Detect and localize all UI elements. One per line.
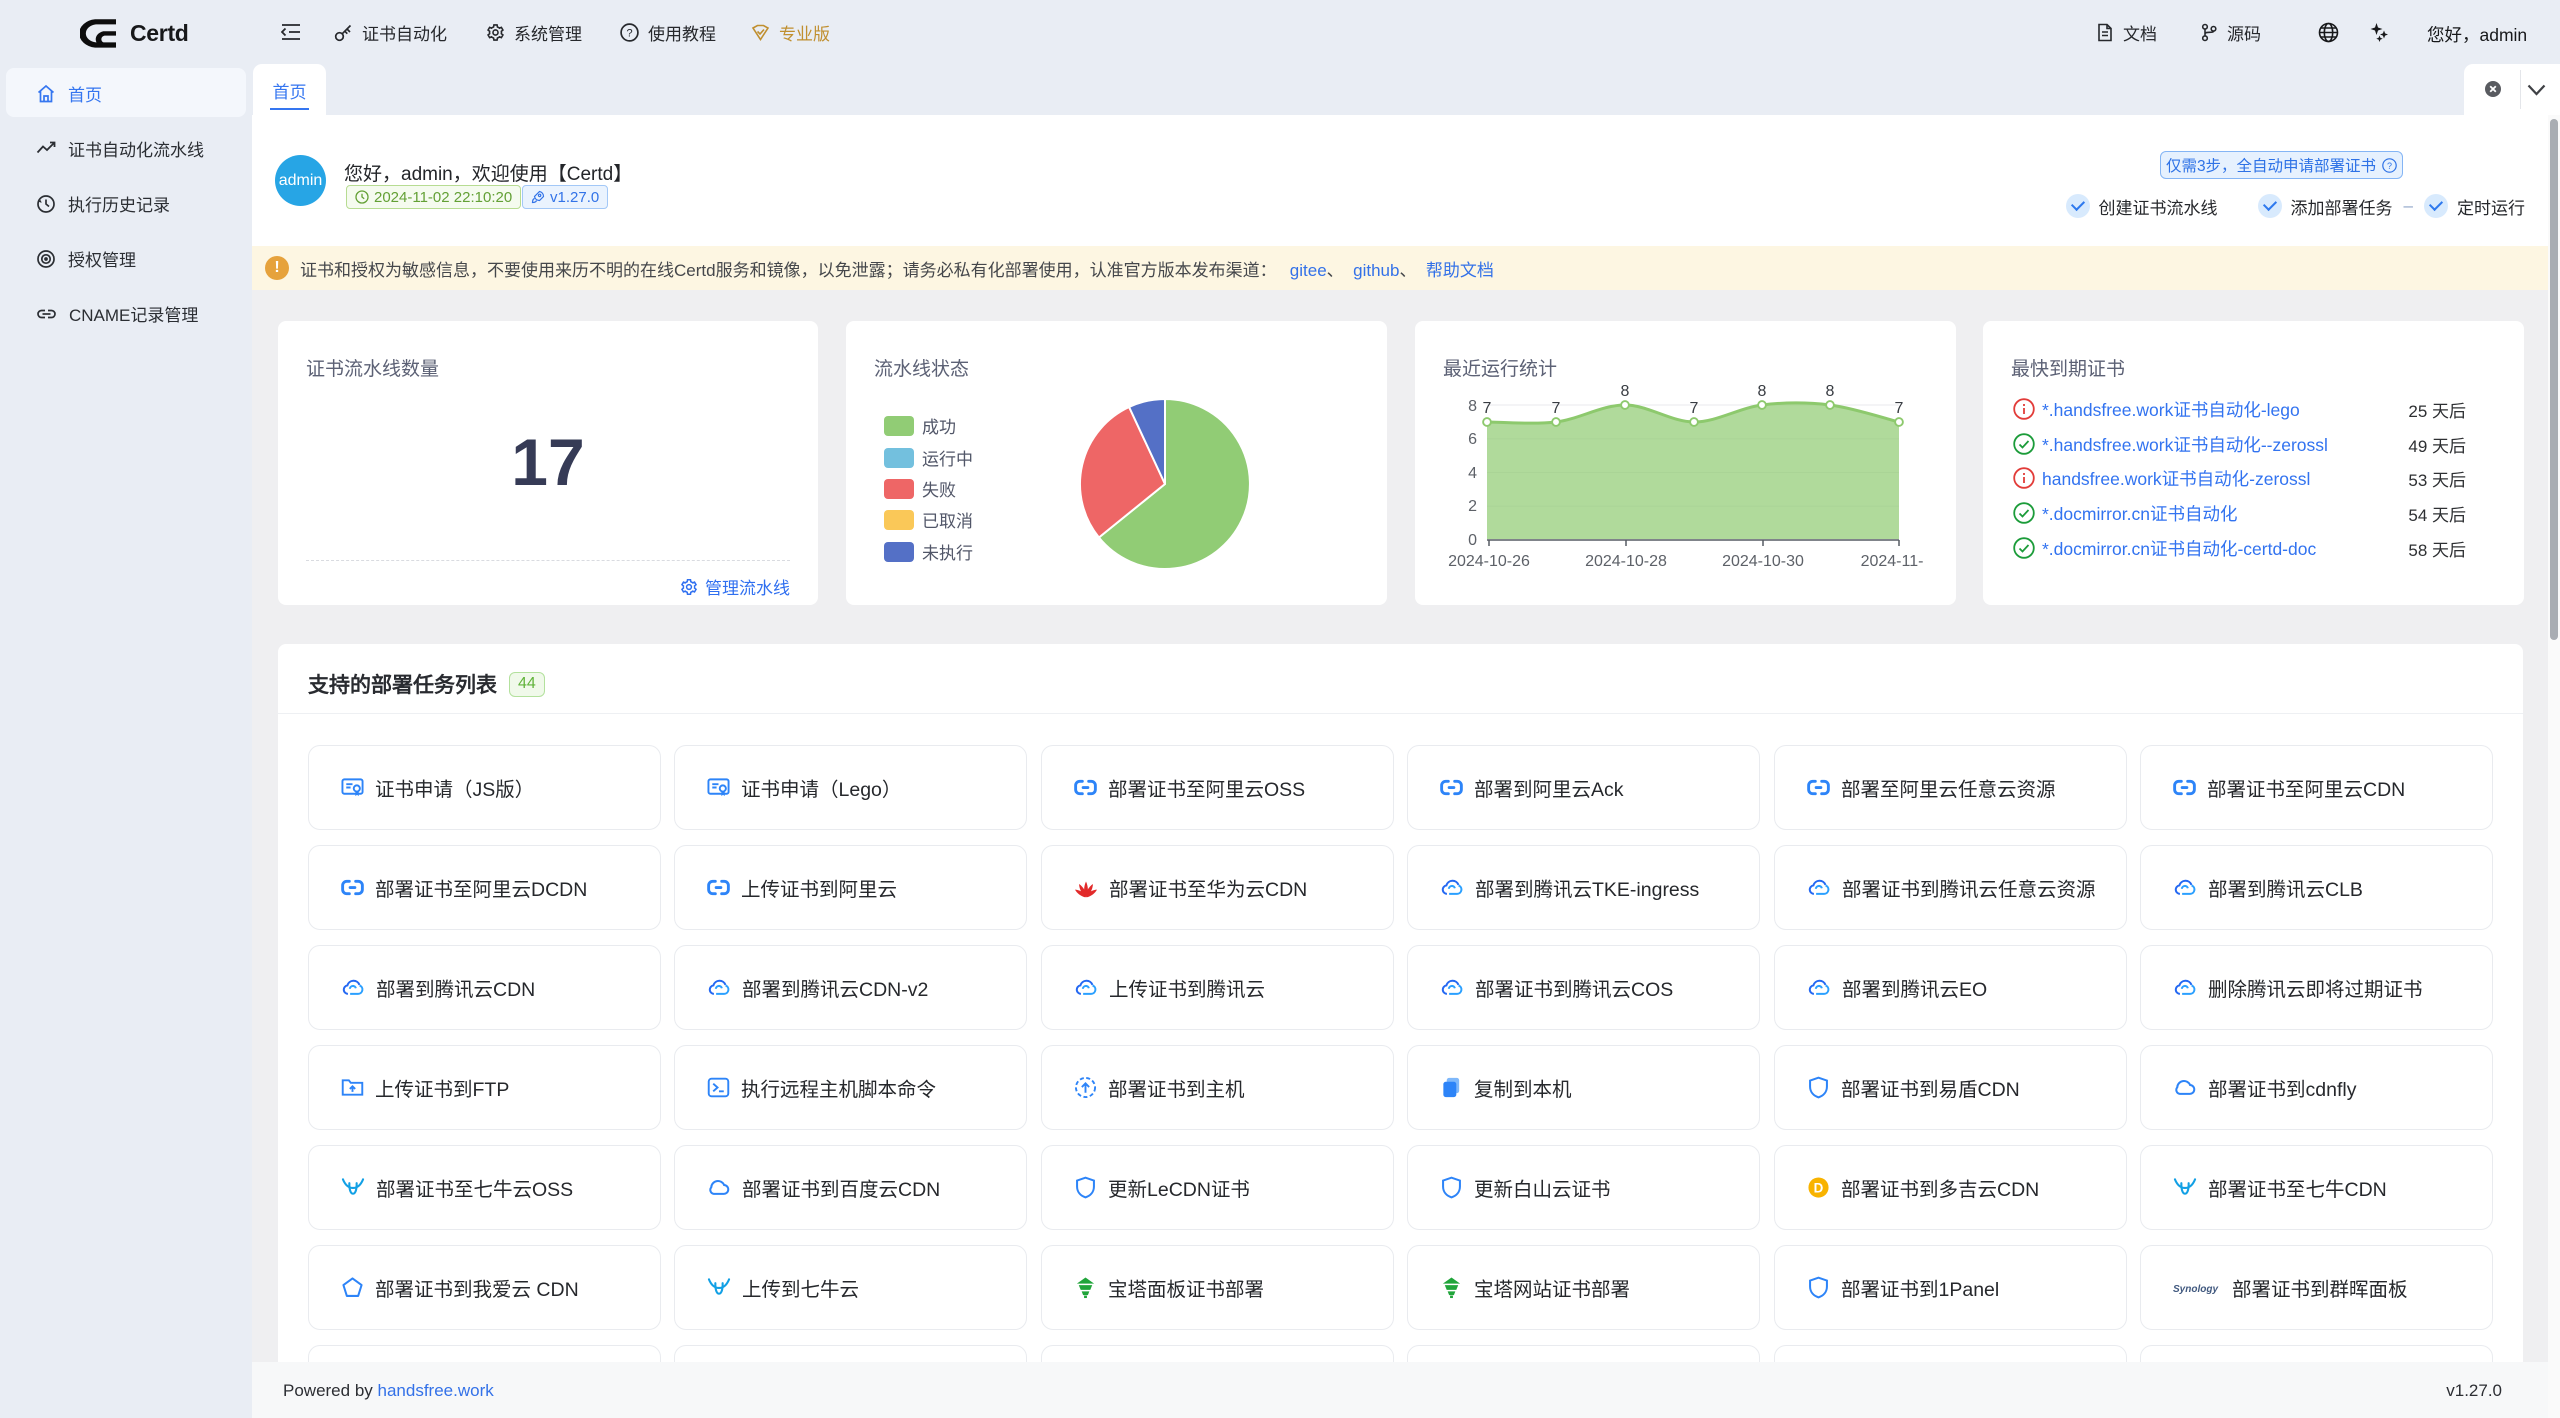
- svg-text:D: D: [1814, 1180, 1824, 1195]
- svg-text:8: 8: [1826, 383, 1835, 400]
- svg-text:2024-10-30: 2024-10-30: [1722, 553, 1804, 570]
- svg-text:6: 6: [1468, 431, 1477, 448]
- svg-text:8: 8: [1758, 383, 1767, 400]
- svg-text:8: 8: [1468, 398, 1477, 415]
- svg-text:7: 7: [1483, 400, 1492, 417]
- svg-text:?: ?: [626, 27, 632, 39]
- svg-text:8: 8: [1621, 383, 1630, 400]
- svg-text:2: 2: [1468, 498, 1477, 515]
- svg-text:7: 7: [1690, 400, 1699, 417]
- svg-text:2024-11-: 2024-11-: [1861, 553, 1924, 570]
- svg-text:7: 7: [1895, 400, 1904, 417]
- svg-text:0: 0: [1468, 532, 1477, 549]
- svg-text:Synology: Synology: [2173, 1284, 2218, 1295]
- svg-text:2024-10-28: 2024-10-28: [1585, 553, 1667, 570]
- svg-text:2024-10-26: 2024-10-26: [1448, 553, 1530, 570]
- svg-text:7: 7: [1552, 400, 1561, 417]
- svg-text:?: ?: [2387, 160, 2392, 170]
- svg-text:4: 4: [1468, 465, 1477, 482]
